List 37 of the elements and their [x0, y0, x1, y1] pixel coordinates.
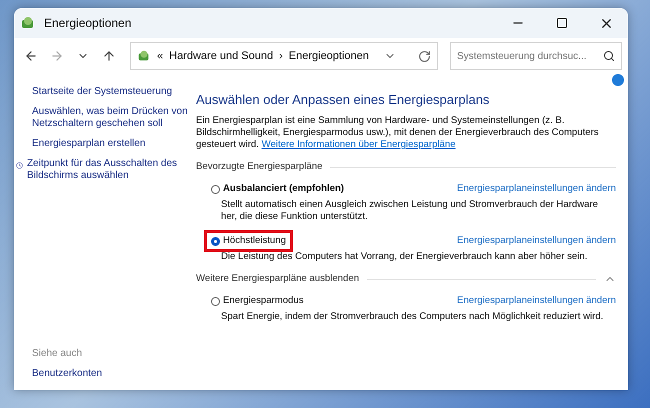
intro-text: Ein Energiesparplan ist eine Sammlung von Hardware- und Systemeinstellungen (z. B. Bildschirmhelligkeit, Energiesparmodus usw.), mit denen der Energieverbrauch des Computers gesteuert wird. Weitere Informationen über Energiesparpläne: [196, 115, 600, 151]
radio-button[interactable]: [211, 184, 220, 194]
info-link[interactable]: Weitere Informationen über Energiesparpläne: [262, 139, 456, 150]
group-heading: Weitere Energiesparpläne ausblenden: [196, 273, 360, 285]
group-heading: Bevorzugte Energiesparpläne: [196, 161, 322, 173]
search-icon: [603, 50, 615, 62]
radio-button[interactable]: [211, 296, 220, 306]
breadcrumb-separator: ›: [279, 50, 283, 62]
see-also-heading: Siehe auch: [31, 348, 84, 360]
plan-settings-link[interactable]: Energiesparplaneinstellungen ändern: [457, 235, 616, 247]
plan-description: Spart Energie, indem der Stromverbrauch des Computers nach Möglichkeit reduziert wird.: [221, 311, 604, 323]
arrow-right-icon: [50, 49, 64, 63]
plan-radio[interactable]: Ausbalanciert (empfohlen): [204, 178, 352, 200]
plan-settings-link[interactable]: Energiesparplaneinstellungen ändern: [457, 295, 616, 307]
help-icon[interactable]: [612, 74, 624, 86]
plan-radio[interactable]: Höchstleistung: [204, 230, 293, 252]
sidebar-link[interactable]: Energiesparplan erstellen: [20, 138, 188, 150]
radio-button[interactable]: [211, 236, 220, 246]
clock-icon: [16, 160, 23, 171]
breadcrumb[interactable]: Energieoptionen: [288, 50, 369, 62]
maximize-icon: [556, 17, 568, 29]
arrow-up-icon: [102, 49, 116, 63]
address-bar[interactable]: « Hardware und Sound › Energieoptionen: [130, 42, 438, 70]
sidebar-link[interactable]: Startseite der Systemsteuerung: [20, 86, 188, 98]
plan-radio[interactable]: Energiesparmodus: [204, 290, 311, 312]
page-heading: Auswählen oder Anpassen eines Energiesparplans: [196, 94, 490, 106]
window-title: Energieoptionen: [44, 16, 132, 30]
overflow-marker[interactable]: «: [157, 50, 164, 62]
plan-description: Stellt automatisch einen Ausgleich zwischen Leistung und Stromverbrauch der Hardware her, die diese Funktion unterstützt.: [221, 199, 600, 223]
refresh-icon[interactable]: [418, 50, 431, 62]
plan-description: Die Leistung des Computers hat Vorrang, der Energieverbrauch kann aber höher sein.: [221, 251, 588, 263]
sidebar-link[interactable]: Auswählen, was beim Drücken von Netzschaltern geschehen soll: [20, 106, 188, 130]
breadcrumb[interactable]: Hardware und Sound: [169, 50, 274, 62]
plan-settings-link[interactable]: Energiesparplaneinstellungen ändern: [457, 183, 616, 195]
sidebar-link[interactable]: Zeitpunkt für das Ausschalten des Bildschirms auswählen: [26, 158, 188, 182]
sidebar-link[interactable]: Benutzerkonten: [20, 368, 188, 380]
search-field[interactable]: Systemsteuerung durchsuc...: [450, 42, 622, 70]
